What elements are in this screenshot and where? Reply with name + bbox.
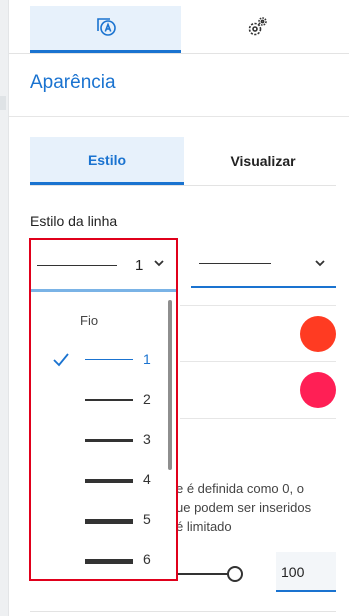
help-text: e é definida como 0, o ue podem ser inse…: [176, 481, 312, 534]
tab-view[interactable]: Visualizar: [190, 137, 336, 185]
divider: [180, 305, 336, 306]
page-title: Aparência: [30, 72, 116, 93]
tab-style[interactable]: Estilo: [30, 137, 184, 185]
stroke-preview: [85, 519, 133, 524]
text-format-icon: [95, 15, 117, 42]
stroke-preview: [85, 439, 133, 442]
option-label: 4: [143, 471, 151, 487]
stroke-preview: [85, 399, 133, 401]
gears-icon: [245, 15, 269, 44]
option-weight-3[interactable]: 3: [31, 420, 166, 460]
option-label: 1: [143, 351, 151, 367]
chevron-down-icon: [152, 256, 166, 275]
option-weight-6[interactable]: 6: [31, 540, 166, 579]
option-weight-5[interactable]: 5: [31, 500, 166, 540]
option-label: 2: [143, 391, 151, 407]
tab-appearance[interactable]: [30, 6, 181, 53]
option-group-label: Fio: [80, 313, 99, 328]
line-type-select[interactable]: [191, 240, 336, 288]
panel-edge-mark: [0, 96, 6, 110]
stroke-preview: [85, 479, 133, 483]
color-swatch[interactable]: [300, 316, 336, 352]
divider: [180, 418, 336, 419]
option-weight-4[interactable]: 4: [31, 460, 166, 500]
stroke-preview: [85, 359, 133, 360]
slider-value-input[interactable]: 100: [276, 552, 336, 592]
line-style-preview: [37, 265, 117, 266]
color-swatch[interactable]: [300, 372, 336, 408]
dropdown-scrollbar[interactable]: [168, 300, 172, 470]
divider: [9, 116, 349, 117]
line-style-value: 1: [135, 257, 144, 274]
tab-settings[interactable]: [190, 6, 324, 53]
slider-track[interactable]: [176, 573, 229, 575]
top-tab-bar: [9, 0, 349, 54]
option-label: 6: [143, 551, 151, 567]
left-panel-edge: [0, 0, 9, 616]
line-style-dropdown: 1 Fio 1 2 3 4 5 6: [29, 238, 178, 581]
option-label: 3: [143, 431, 151, 447]
slider-handle[interactable]: [227, 566, 243, 582]
divider: [180, 361, 336, 362]
line-style-label: Estilo da linha: [30, 213, 118, 229]
stroke-preview: [85, 559, 133, 564]
line-style-select[interactable]: 1: [31, 240, 176, 292]
option-weight-2[interactable]: 2: [31, 380, 166, 420]
check-icon: [52, 350, 70, 373]
divider: [30, 185, 336, 186]
divider: [30, 611, 336, 612]
chevron-down-icon: [313, 256, 327, 275]
option-label: 5: [143, 511, 151, 527]
line-type-preview: [199, 263, 271, 264]
option-weight-1[interactable]: 1: [31, 340, 166, 380]
